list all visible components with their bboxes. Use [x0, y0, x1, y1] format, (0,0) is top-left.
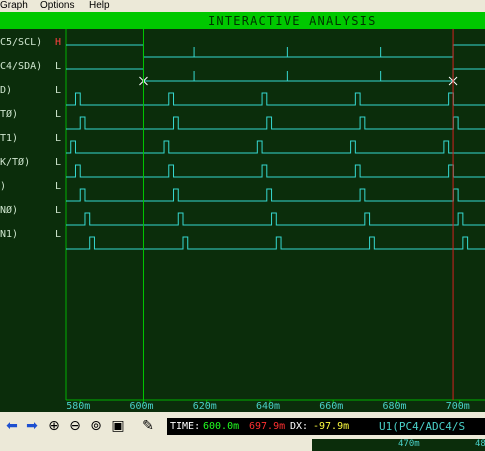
scl-trace	[66, 44, 485, 58]
menu-bar: Graph Options Help	[0, 0, 485, 12]
axis-tick-label: 600m	[129, 401, 154, 412]
overview-ruler[interactable]: 470m 48	[312, 439, 485, 451]
zoom-out-icon[interactable]: ⊖	[67, 418, 83, 434]
arrow-right-icon[interactable]: ➡	[24, 418, 40, 434]
zoom-in-icon[interactable]: ⊕	[46, 418, 62, 434]
waveform-canvas[interactable]	[0, 29, 485, 412]
sda-trace	[66, 68, 485, 82]
menu-options[interactable]: Options	[40, 0, 74, 12]
signal-trace	[66, 140, 485, 154]
marker-icon[interactable]: ✎	[140, 418, 156, 434]
signal-trace	[66, 236, 485, 250]
signal-trace	[66, 92, 485, 106]
signal-trace	[66, 212, 485, 226]
menu-help[interactable]: Help	[89, 0, 110, 12]
axis-tick-label: 640m	[255, 401, 281, 412]
axis-tick-label: 620m	[192, 401, 217, 412]
dx-label: DX:	[290, 421, 309, 432]
axis-tick-label: 680m	[382, 401, 407, 412]
analysis-title: INTERACTIVE ANALYSIS	[208, 14, 377, 28]
axis-tick-label: 700m	[445, 401, 470, 412]
signal-trace	[66, 164, 485, 178]
probe-name: U1(PC4/ADC4/S	[379, 420, 466, 433]
axis-tick-label: 660m	[319, 401, 344, 412]
zoom-fit-icon[interactable]: ⊚	[88, 418, 104, 434]
zoom-area-icon[interactable]: ▣	[110, 418, 126, 434]
menu-graph[interactable]: Graph	[0, 0, 28, 12]
axis-tick-label: 580m	[66, 401, 91, 412]
ruler-tick-label-2: 48	[475, 439, 485, 449]
bottom-bar: 470m 48	[0, 439, 485, 451]
signal-trace	[66, 188, 485, 202]
signal-trace	[66, 116, 485, 130]
time-label: TIME:	[170, 421, 201, 432]
cursor2-value: 697.9m	[249, 421, 286, 432]
dx-value: -97.9m	[313, 421, 350, 432]
arrow-left-icon[interactable]: ⬅	[4, 418, 20, 434]
analysis-title-bar: INTERACTIVE ANALYSIS	[0, 12, 485, 29]
status-readout: TIME: 600.0m 697.9m DX: -97.9m U1(PC4/AD…	[167, 418, 485, 435]
ruler-tick-label: 470m	[398, 439, 420, 449]
time-value: 600.0m	[203, 421, 240, 432]
